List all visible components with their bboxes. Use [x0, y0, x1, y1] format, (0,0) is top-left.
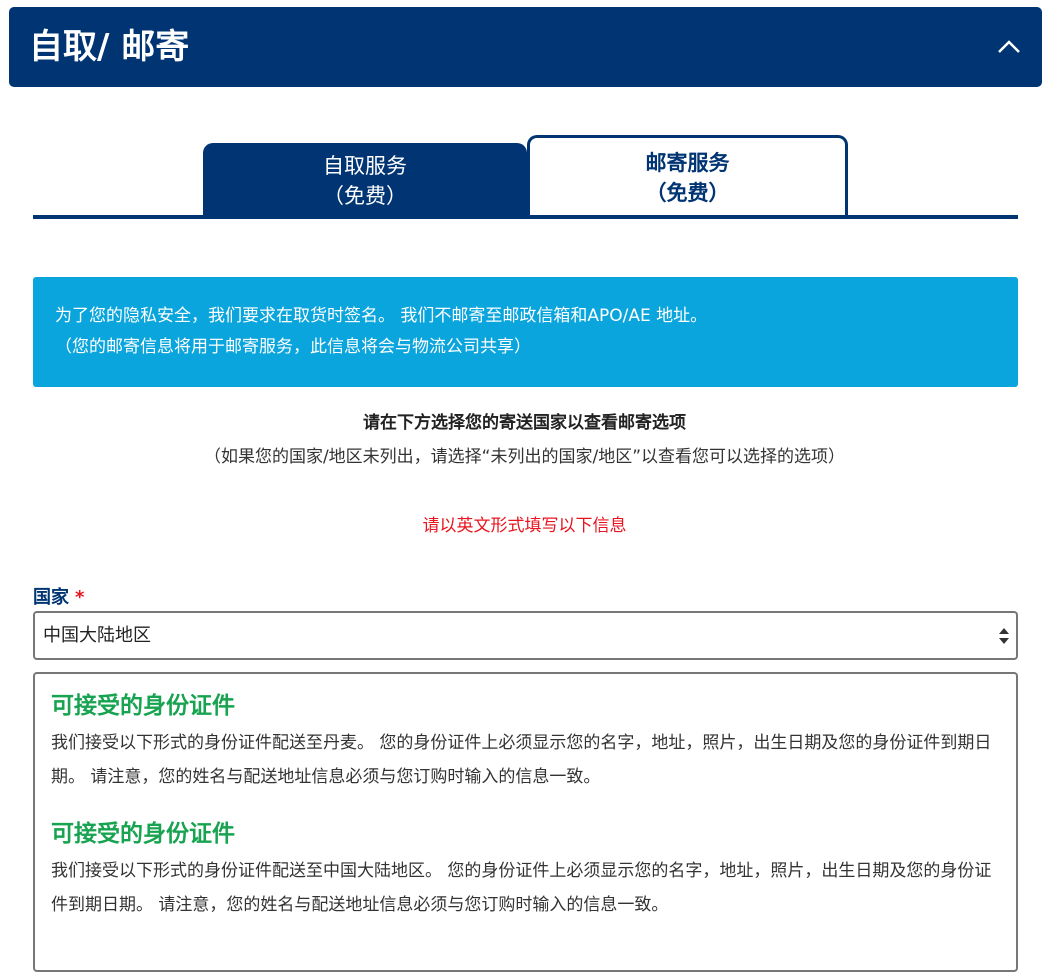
required-mark: * [75, 587, 85, 608]
english-notice: 请以英文形式填写以下信息 [422, 516, 627, 536]
id-section-title: 可接受的身份证件 [51, 821, 235, 847]
section-header[interactable]: 自取/ 邮寄 [9, 7, 1042, 87]
privacy-notice: 为了您的隐私安全，我们要求在取货时签名。 我们不邮寄至邮政信箱和APO/AE 地… [33, 277, 1018, 387]
id-section-title: 可接受的身份证件 [51, 693, 235, 719]
country-select-value: 中国大陆地区 [43, 625, 151, 646]
tab-mail-label: 邮寄服务 [645, 151, 730, 175]
tab-underline [33, 215, 1018, 219]
id-requirements-box: 可接受的身份证件 我们接受以下形式的身份证件配送至丹麦。 您的身份证件上必须显示… [33, 672, 1018, 972]
chevron-up-icon[interactable] [996, 37, 1022, 57]
tab-mail-price: （免费） [645, 181, 730, 205]
id-section: 可接受的身份证件 我们接受以下形式的身份证件配送至丹麦。 您的身份证件上必须显示… [51, 690, 1001, 794]
country-select[interactable]: 中国大陆地区 [33, 611, 1018, 660]
country-label: 国家 * [33, 584, 84, 612]
instructions-title: 请在下方选择您的寄送国家以查看邮寄选项 [363, 413, 686, 433]
id-section-text: 我们接受以下形式的身份证件配送至中国大陆地区。 您的身份证件上必须显示您的名字，… [51, 861, 992, 915]
id-section-text: 我们接受以下形式的身份证件配送至丹麦。 您的身份证件上必须显示您的名字，地址，照… [51, 733, 992, 787]
tab-pickup-service[interactable]: 自取服务 （免费） [203, 143, 527, 219]
privacy-notice-line1: 为了您的隐私安全，我们要求在取货时签名。 我们不邮寄至邮政信箱和APO/AE 地… [55, 306, 708, 326]
tab-pickup-price: （免费） [323, 184, 407, 208]
privacy-notice-line2: （您的邮寄信息将用于邮寄服务，此信息将会与物流公司共享） [55, 337, 531, 357]
tab-mail-service[interactable]: 邮寄服务 （免费） [527, 135, 848, 219]
section-title: 自取/ 邮寄 [29, 27, 190, 67]
instructions-subtitle: （如果您的国家/地区未列出，请选择“未列出的国家/地区”以查看您可以选择的选项） [203, 447, 846, 467]
country-label-text: 国家 [33, 587, 69, 608]
select-arrows-icon [999, 628, 1009, 644]
id-section: 可接受的身份证件 我们接受以下形式的身份证件配送至中国大陆地区。 您的身份证件上… [51, 818, 1001, 922]
tab-pickup-label: 自取服务 [323, 154, 407, 178]
